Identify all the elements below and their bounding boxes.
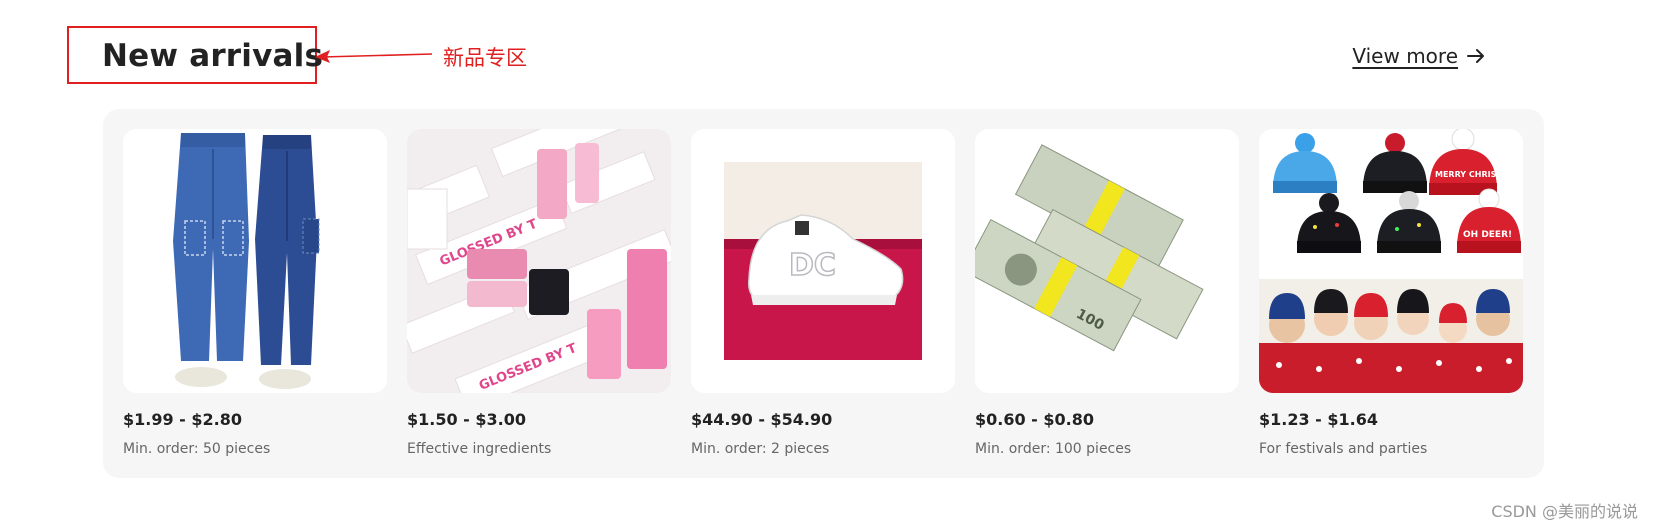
sneaker-logo: DC <box>789 248 836 283</box>
product-card[interactable]: DC $44.90 - $54.90 Min. order: 2 pieces <box>691 129 955 459</box>
product-detail: Effective ingredients <box>407 441 552 457</box>
product-card[interactable]: 100 $0.60 - $0.80 Min. order: 100 pieces <box>975 129 1239 459</box>
new-arrivals-panel: $1.99 - $2.80 Min. order: 50 pieces GLOS… <box>103 109 1544 478</box>
product-card[interactable]: MERRY CHRISTMAS OH DEER! $1.23 - $1.64 F… <box>1259 129 1523 459</box>
product-image-jeans[interactable] <box>123 129 387 393</box>
arrow-right-icon <box>1467 49 1484 63</box>
product-detail: Min. order: 2 pieces <box>691 441 830 457</box>
product-card[interactable]: GLOSSED BY T GLOSSED BY T $1.50 - $3.00 … <box>407 129 671 459</box>
beanie-text: OH DEER! <box>1463 230 1512 240</box>
view-more-link[interactable]: View more <box>1352 44 1486 68</box>
product-price: $1.50 - $3.00 <box>407 410 526 429</box>
view-more-label: View more <box>1352 44 1458 68</box>
annotation-label: 新品专区 <box>443 46 527 70</box>
product-image-lip-gloss[interactable]: GLOSSED BY T GLOSSED BY T <box>407 129 671 393</box>
annotation-arrow-icon <box>315 50 433 63</box>
csdn-watermark: CSDN @美丽的说说 <box>1491 502 1638 521</box>
product-price: $1.23 - $1.64 <box>1259 410 1378 429</box>
product-list: $1.99 - $2.80 Min. order: 50 pieces GLOS… <box>123 129 1523 459</box>
product-image-sneaker[interactable]: DC <box>691 129 955 393</box>
product-price: $44.90 - $54.90 <box>691 410 833 429</box>
product-detail: Min. order: 50 pieces <box>123 441 271 457</box>
product-detail: For festivals and parties <box>1259 441 1428 457</box>
product-price: $1.99 - $2.80 <box>123 410 242 429</box>
product-image-money[interactable]: 100 <box>975 129 1239 393</box>
product-card[interactable]: $1.99 - $2.80 Min. order: 50 pieces <box>123 129 387 459</box>
section-title: New arrivals <box>102 38 324 74</box>
product-price: $0.60 - $0.80 <box>975 410 1094 429</box>
beanie-text: MERRY CHRISTMAS <box>1435 170 1522 179</box>
product-detail: Min. order: 100 pieces <box>975 441 1132 457</box>
product-image-beanies[interactable]: MERRY CHRISTMAS OH DEER! <box>1259 129 1523 393</box>
